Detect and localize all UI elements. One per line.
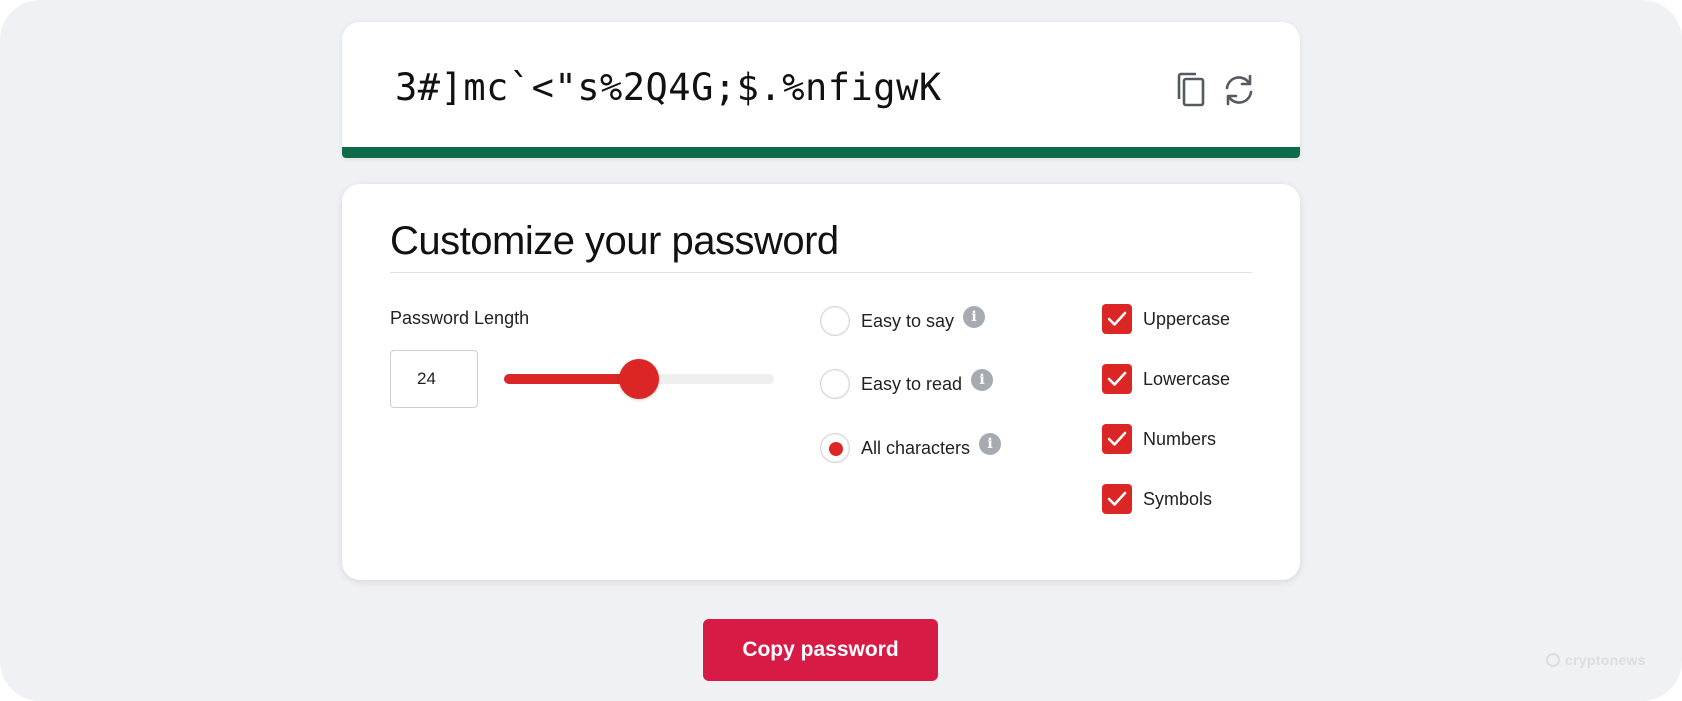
password-length-input[interactable] xyxy=(390,350,478,408)
option-numbers[interactable]: Numbers xyxy=(1102,424,1216,454)
check-icon xyxy=(1107,371,1127,386)
radio-button[interactable] xyxy=(820,306,850,336)
mode-easy-to-say[interactable]: Easy to say i xyxy=(820,306,986,336)
title-divider xyxy=(390,272,1252,273)
page-background: 3#]mc`<"s%2Q4G;$.%nfigwK Customize your … xyxy=(0,0,1682,701)
slider-thumb[interactable] xyxy=(619,359,659,399)
refresh-icon[interactable] xyxy=(1219,70,1259,110)
checkbox[interactable] xyxy=(1102,364,1132,394)
checkbox-label: Symbols xyxy=(1143,488,1213,509)
check-icon xyxy=(1107,431,1127,446)
checkbox-label: Uppercase xyxy=(1143,308,1231,329)
copy-icon-graphic xyxy=(1177,72,1205,107)
customize-title: Customize your password xyxy=(390,219,839,263)
cryptonews-logo-icon xyxy=(1546,653,1560,667)
password-length-label: Password Length xyxy=(390,308,530,328)
info-icon[interactable]: i xyxy=(971,369,994,391)
checkbox[interactable] xyxy=(1102,424,1132,454)
checkbox[interactable] xyxy=(1102,304,1132,334)
radio-label: Easy to say xyxy=(861,310,955,331)
check-icon xyxy=(1107,311,1127,326)
strength-bar xyxy=(342,147,1300,158)
copy-icon[interactable] xyxy=(1171,70,1211,110)
mode-all-characters[interactable]: All characters i xyxy=(820,433,1002,463)
option-lowercase[interactable]: Lowercase xyxy=(1102,364,1230,394)
info-icon[interactable]: i xyxy=(979,433,1002,455)
radio-button[interactable] xyxy=(820,433,850,463)
watermark-text: cryptonews xyxy=(1565,652,1646,668)
refresh-icon-graphic xyxy=(1225,74,1253,106)
info-icon[interactable]: i xyxy=(963,306,986,328)
radio-label: Easy to read xyxy=(861,373,963,394)
password-display-card: 3#]mc`<"s%2Q4G;$.%nfigwK xyxy=(342,22,1300,158)
watermark: cryptonews xyxy=(1546,652,1646,668)
option-uppercase[interactable]: Uppercase xyxy=(1102,304,1230,334)
checkbox-label: Lowercase xyxy=(1143,368,1231,389)
copy-password-button[interactable]: Copy password xyxy=(703,619,938,681)
checkbox-label: Numbers xyxy=(1143,428,1217,449)
password-length-slider[interactable] xyxy=(504,359,774,399)
customize-card: Customize your password Password Length … xyxy=(342,184,1300,580)
check-icon xyxy=(1107,491,1127,506)
radio-label: All characters xyxy=(861,437,971,458)
option-symbols[interactable]: Symbols xyxy=(1102,484,1212,514)
radio-button[interactable] xyxy=(820,369,850,399)
generated-password[interactable]: 3#]mc`<"s%2Q4G;$.%nfigwK xyxy=(395,66,942,109)
checkbox[interactable] xyxy=(1102,484,1132,514)
mode-easy-to-read[interactable]: Easy to read i xyxy=(820,369,994,399)
